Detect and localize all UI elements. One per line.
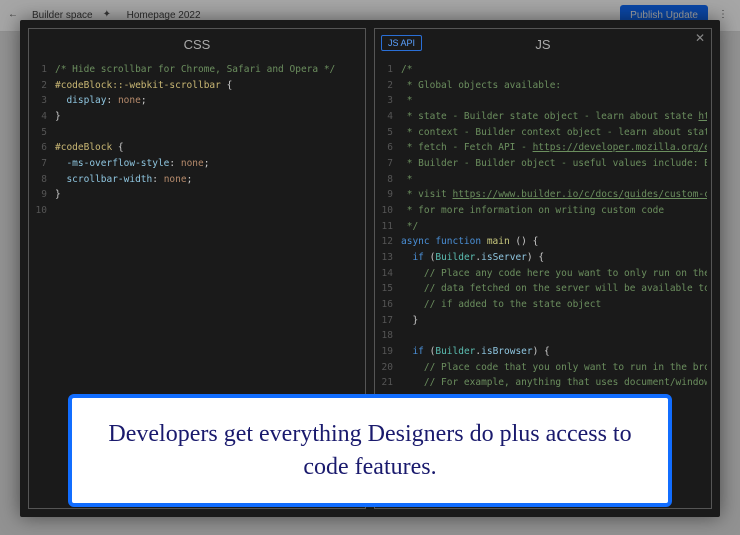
close-icon[interactable]: ✕ xyxy=(693,31,707,45)
more-icon[interactable]: ⋮ xyxy=(718,9,732,23)
js-api-badge[interactable]: JS API xyxy=(381,35,422,51)
callout-text: Developers get everything Designers do p… xyxy=(108,421,631,479)
css-pane-title: CSS xyxy=(29,29,365,62)
js-pane-title: JS xyxy=(535,37,550,52)
css-gutter: 12345678910 xyxy=(33,62,55,504)
callout-box: Developers get everything Designers do p… xyxy=(68,394,672,507)
